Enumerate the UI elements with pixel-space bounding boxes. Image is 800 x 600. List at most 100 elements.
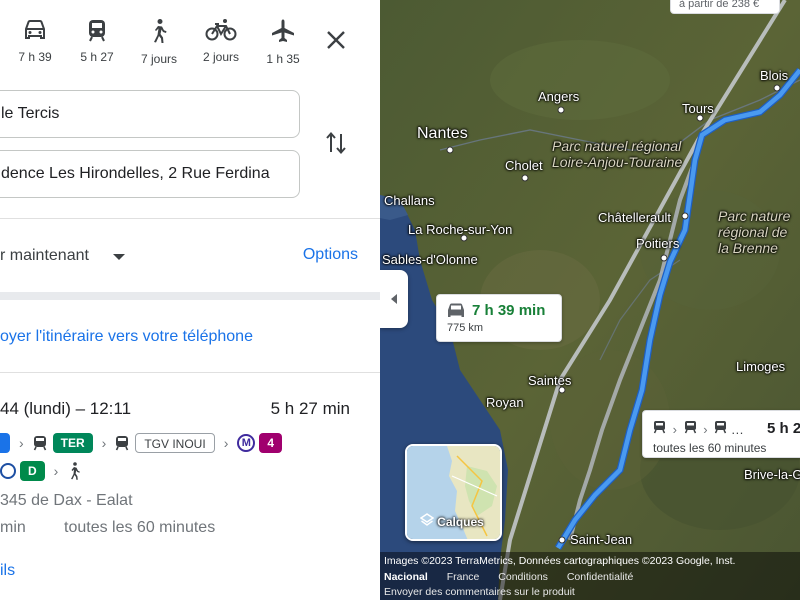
rer-line-badge: D (20, 461, 45, 481)
map-label-la-roche: La Roche-sur-Yon (408, 222, 513, 237)
feedback-link[interactable]: Envoyer des commentaires sur le produit (384, 586, 575, 598)
route-steps: › TER › TGV INOUI › M 4 (0, 432, 283, 454)
origin-input[interactable]: le Tercis (0, 90, 300, 138)
chevron-right-icon: › (53, 463, 59, 479)
details-link[interactable]: ils (0, 562, 15, 580)
collapse-panel-button[interactable] (380, 270, 408, 328)
transit-route-callout[interactable]: › › … 5 h 2 toutes les 60 minutes (642, 410, 800, 458)
send-to-phone-link[interactable]: oyer l'itinéraire vers votre téléphone (0, 328, 253, 346)
walk-icon (71, 462, 81, 480)
attribution-nacional: Nacional (384, 571, 428, 583)
mode-car-button[interactable]: 7 h 39 (10, 18, 60, 64)
depart-time-selector[interactable]: r maintenant (0, 247, 89, 265)
layers-label: Calques (437, 515, 484, 529)
close-button[interactable] (322, 26, 350, 54)
metro-line-badge: 4 (259, 433, 283, 453)
terms-link[interactable]: Conditions (498, 571, 548, 583)
walk-icon (154, 19, 167, 43)
map-label-sables: Sables-d'Olonne (382, 252, 478, 267)
mode-walk-time: 7 jours (140, 52, 178, 66)
map-label-angers: Angers (538, 89, 580, 104)
map-label-park-loire-line2: Loire-Anjou-Touraine (552, 154, 683, 170)
mode-car-time: 7 h 39 (18, 50, 52, 64)
section-separator (0, 292, 380, 300)
mode-plane-button[interactable]: 1 h 35 (258, 18, 308, 66)
divider (0, 218, 380, 219)
car-route-callout[interactable]: 7 h 39 min 775 km (436, 294, 562, 342)
route-departure-time: 44 (lundi) – 12:11 (0, 399, 132, 418)
mode-bike-button[interactable]: 2 jours (196, 18, 246, 64)
destination-input[interactable]: dence Les Hirondelles, 2 Rue Ferdina (0, 150, 300, 198)
close-icon (327, 31, 345, 49)
map-label-park-brenne-line2: régional de (718, 224, 788, 240)
map-label-royan: Royan (486, 395, 524, 410)
route-wait-time: min (0, 519, 26, 536)
chevron-right-icon: › (101, 435, 107, 451)
country-link[interactable]: France (447, 571, 480, 583)
map-label-poitiers: Poitiers (636, 236, 680, 251)
chevron-right-icon: › (19, 435, 24, 451)
transit-callout-frequency: toutes les 60 minutes (653, 441, 767, 455)
train-icon (33, 436, 46, 451)
ter-badge: TER (52, 433, 93, 453)
map-label-park-loire-line1: Parc naturel régional (552, 138, 682, 154)
mode-bike-time: 2 jours (202, 50, 240, 64)
route-from-station: 345 de Dax - Ealat (0, 492, 133, 509)
route-duration: 5 h 27 min (270, 399, 350, 418)
tgv-badge: TGV INOUI (135, 433, 215, 453)
swap-directions-button[interactable] (324, 130, 348, 156)
map-label-brive: Brive-la-G (744, 467, 800, 482)
rer-icon (0, 463, 16, 479)
mode-walk-button[interactable]: 7 jours (134, 18, 184, 66)
route-frequency: toutes les 60 minutes (64, 519, 216, 536)
map-label-saint-jean: Saint-Jean (570, 532, 633, 547)
car-icon (448, 303, 464, 317)
privacy-link[interactable]: Confidentialité (567, 571, 634, 583)
map-label-saintes: Saintes (528, 373, 572, 388)
map-attribution: Images ©2023 TerraMetrics, Données carto… (380, 552, 800, 600)
map-label-challans: Challans (384, 193, 435, 208)
transit-callout-time: 5 h 2 (767, 420, 800, 437)
mode-plane-time: 1 h 35 (266, 52, 300, 66)
options-link[interactable]: Options (303, 246, 358, 264)
swap-icon (326, 131, 346, 155)
mode-transit-button[interactable]: 5 h 27 (72, 18, 122, 64)
mode-transit-time: 5 h 27 (80, 50, 114, 64)
chevron-right-icon: › (703, 422, 708, 437)
attribution-copyright: Images ©2023 TerraMetrics, Données carto… (384, 555, 736, 567)
airplane-icon (272, 19, 294, 42)
bus-line-badge (0, 433, 10, 453)
map-label-park-brenne: Parc nature régional de la Brenne (718, 208, 790, 256)
map-view[interactable]: Angers Tours Blois Nantes Parc naturel r… (380, 0, 800, 600)
train-icon (653, 421, 666, 434)
map-label-nantes: Nantes (417, 125, 468, 142)
layers-button[interactable]: Calques (405, 444, 502, 541)
depart-time-row: r maintenant Options (0, 246, 380, 268)
directions-panel: 7 h 39 5 h 27 7 jours 2 jours 1 h 35 le … (0, 0, 380, 600)
dropdown-caret-icon[interactable] (113, 254, 125, 260)
transit-callout-steps: › › … (653, 420, 744, 437)
train-icon (715, 421, 727, 434)
map-label-chatellerault: Châtellerault (598, 210, 671, 225)
car-callout-distance: 775 km (447, 322, 484, 334)
divider (0, 372, 380, 373)
chevron-right-icon: › (672, 422, 677, 437)
metro-icon: M (237, 434, 256, 452)
map-label-park-brenne-line3: la Brenne (718, 240, 778, 256)
train-icon (116, 436, 129, 451)
train-icon (684, 421, 696, 434)
chevron-left-icon (391, 294, 397, 304)
chevron-right-icon: › (223, 435, 229, 451)
map-label-cholet: Cholet (505, 158, 543, 173)
ellipsis-icon: … (730, 422, 744, 437)
map-label-tours: Tours (682, 101, 714, 116)
map-label-park-brenne-line1: Parc nature (718, 208, 791, 224)
bike-icon (205, 19, 237, 41)
train-icon (89, 20, 105, 42)
flight-price-callout[interactable]: à partir de 238 € (670, 0, 780, 14)
map-label-park-loire: Parc naturel régional Loire-Anjou-Tourai… (552, 138, 682, 170)
route-steps: D › (0, 460, 81, 482)
map-label-blois: Blois (760, 68, 789, 83)
car-icon (25, 20, 45, 39)
attribution-links: Nacional France Conditions Confidentiali… (384, 571, 649, 583)
